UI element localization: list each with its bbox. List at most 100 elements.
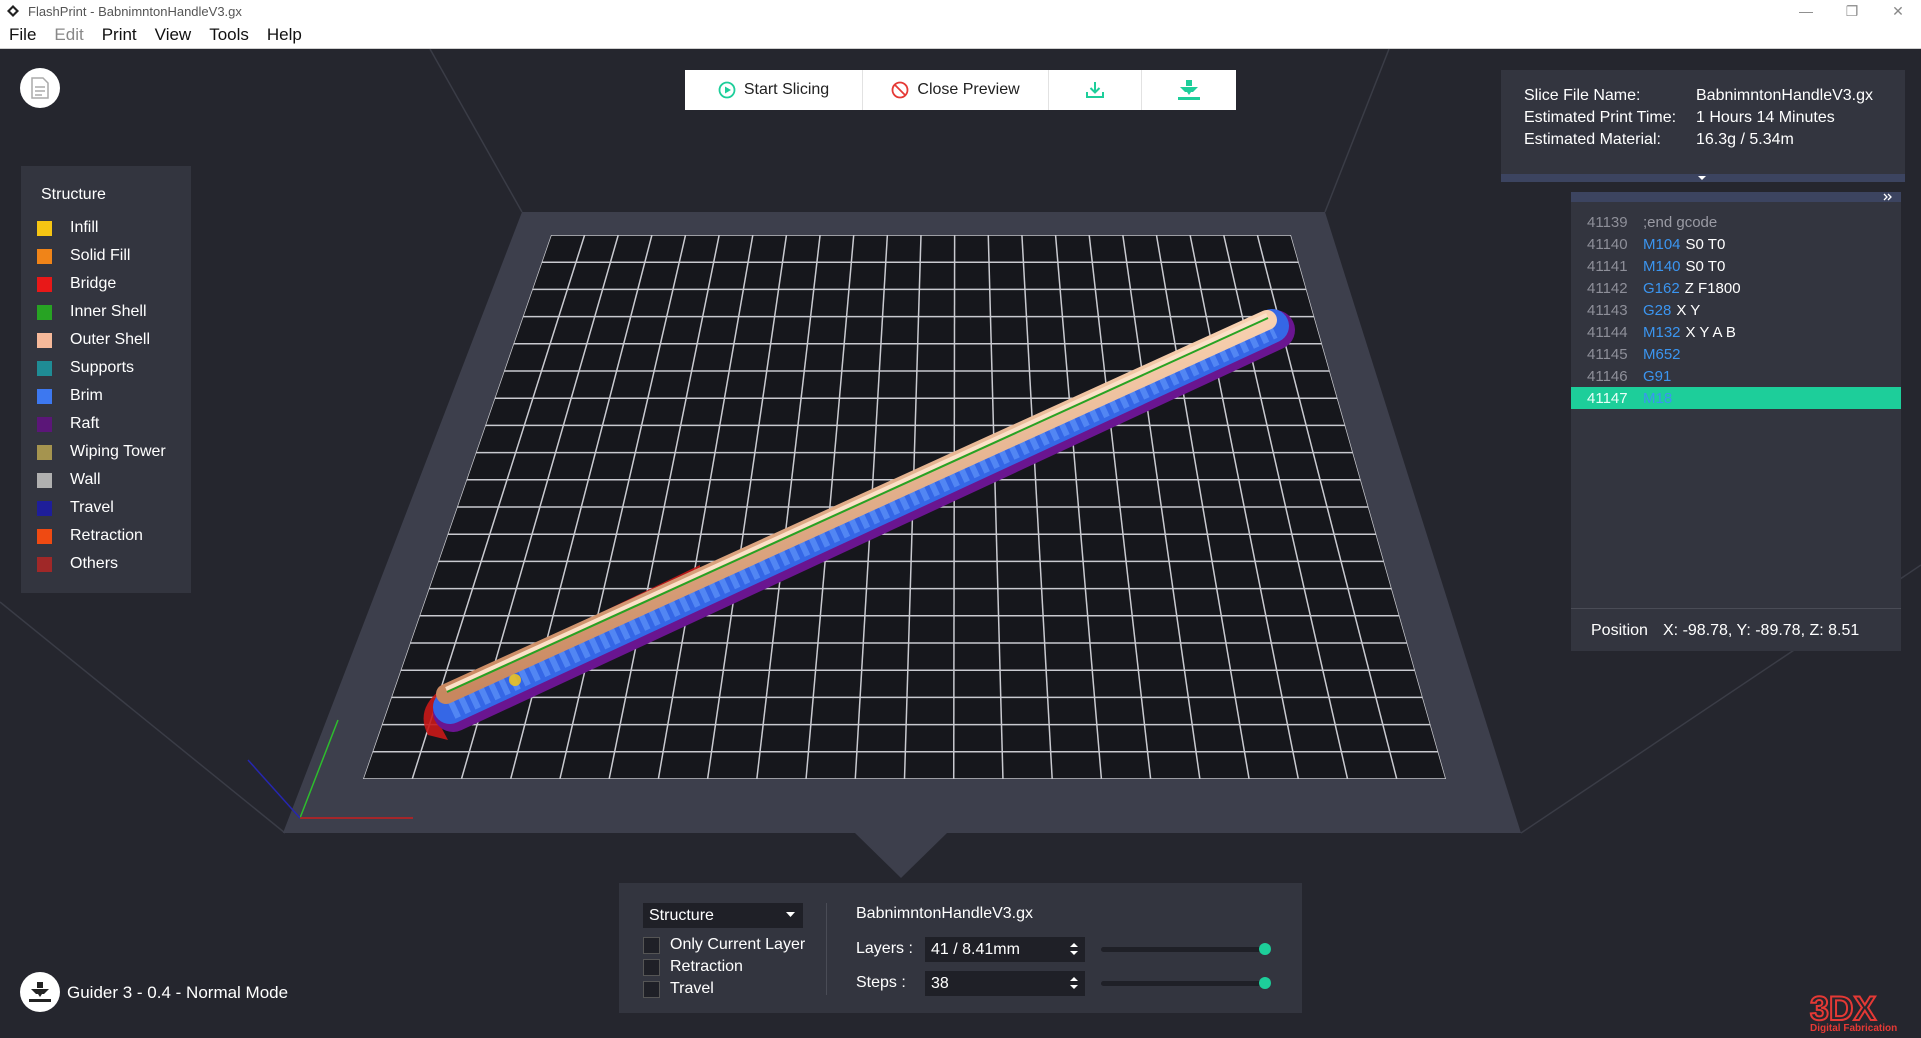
gcode-line[interactable]: 41140 M104 S0 T0 (1571, 233, 1901, 255)
legend-label: Raft (70, 415, 100, 432)
printer-mode-label: Guider 3 - 0.4 - Normal Mode (67, 983, 289, 1002)
structure-legend: Structure Infill Solid Fill Bridge Inner Sh… (21, 166, 191, 593)
legend-swatch (37, 556, 52, 572)
gcode-line-number: 41144 (1587, 323, 1628, 341)
legend-item: Raft (21, 410, 191, 438)
legend-label: Infill (70, 219, 99, 236)
restore-icon[interactable]: ❐ (1829, 0, 1875, 22)
legend-item: Inner Shell (21, 298, 191, 326)
gcode-command: G91 (1643, 367, 1672, 385)
gcode-command: M18 (1643, 389, 1673, 407)
menu-print[interactable]: Print (93, 25, 146, 45)
gcode-line[interactable]: 41147 M18 (1571, 387, 1901, 409)
position-readout: Position X: -98.78, Y: -89.78, Z: 8.51 (1571, 608, 1901, 652)
layers-spinbox[interactable]: 41 / 8.41mm (925, 937, 1085, 962)
retraction-checkbox[interactable]: Retraction (643, 958, 743, 976)
printer-select-button[interactable] (20, 972, 60, 1012)
export-button[interactable] (1049, 70, 1142, 110)
gcode-command: M140 (1643, 257, 1681, 275)
legend-label: Wiping Tower (70, 443, 166, 460)
print-nozzle-icon (1177, 80, 1200, 100)
legend-item: Retraction (21, 522, 191, 550)
preview-controls: Structure Only Current Layer Retraction … (619, 883, 1302, 1013)
gcode-args: X Y A B (1685, 323, 1736, 341)
legend-label: Solid Fill (70, 247, 131, 264)
gcode-line[interactable]: 41145 M652 (1571, 343, 1901, 365)
legend-label: Bridge (70, 275, 117, 292)
gcode-line[interactable]: 41139 ;end gcode (1571, 211, 1901, 233)
download-icon (1085, 82, 1104, 98)
legend-item: Outer Shell (21, 326, 191, 354)
position-value: X: -98.78, Y: -89.78, Z: 8.51 (1663, 621, 1860, 639)
chevron-down-icon (1698, 176, 1706, 180)
only-current-layer-checkbox[interactable]: Only Current Layer (643, 936, 805, 954)
flashprint-logo-icon (7, 5, 19, 17)
dropdown-arrow-icon (786, 912, 795, 917)
gcode-line-number: 41140 (1587, 235, 1628, 253)
print-time: 1 Hours 14 Minutes (1696, 109, 1835, 126)
checkbox-label: Retraction (670, 958, 743, 975)
legend-swatch (37, 304, 52, 320)
legend-item: Supports (21, 354, 191, 382)
legend-swatch (37, 500, 52, 516)
steps-slider[interactable] (1101, 977, 1271, 989)
legend-label: Wall (70, 471, 101, 488)
divider (826, 903, 827, 995)
layers-slider-thumb[interactable] (1259, 943, 1271, 955)
document-icon (31, 77, 49, 99)
gcode-args: S0 T0 (1685, 235, 1726, 253)
close-icon[interactable]: ✕ (1875, 0, 1921, 22)
preview-file-name: BabnimntonHandleV3.gx (856, 905, 1034, 922)
gcode-line[interactable]: 41146 G91 (1571, 365, 1901, 387)
gcode-panel-header (1571, 192, 1901, 202)
legend-item: Solid Fill (21, 242, 191, 270)
info-collapse-bar[interactable] (1501, 174, 1905, 182)
legend-item: Infill (21, 214, 191, 242)
spin-arrows-icon[interactable] (1070, 976, 1078, 990)
start-slicing-button[interactable]: Start Slicing (685, 70, 864, 110)
svg-text:Digital Fabrication: Digital Fabrication (1810, 1023, 1897, 1033)
view-mode-select[interactable]: Structure (643, 903, 803, 928)
double-chevron-right-icon[interactable] (1883, 193, 1893, 201)
checkbox-label: Only Current Layer (670, 936, 806, 953)
gcode-line[interactable]: 41141 M140 S0 T0 (1571, 255, 1901, 277)
menu-help[interactable]: Help (258, 25, 311, 45)
gcode-command: M104 (1643, 235, 1681, 253)
gcode-line[interactable]: 41144 M132 X Y A B (1571, 321, 1901, 343)
menu-tools[interactable]: Tools (200, 25, 258, 45)
legend-item: Brim (21, 382, 191, 410)
steps-spinbox[interactable]: 38 (925, 971, 1085, 996)
minimize-icon[interactable]: — (1783, 0, 1829, 22)
menu-view[interactable]: View (146, 25, 201, 45)
legend-swatch (37, 248, 52, 264)
legend-swatch (37, 220, 52, 236)
checkbox-box[interactable] (643, 958, 660, 976)
gcode-args: S0 T0 (1685, 257, 1726, 275)
layers-slider[interactable] (1101, 943, 1271, 955)
gcode-line[interactable]: 41143 G28 X Y (1571, 299, 1901, 321)
gcode-line[interactable]: 41142 G162 Z F1800 (1571, 277, 1901, 299)
menu-file[interactable]: File (0, 25, 45, 45)
play-icon (718, 81, 736, 99)
material-row: Estimated Material: 16.3g / 5.34m (1501, 131, 1905, 153)
legend-label: Inner Shell (70, 303, 147, 320)
close-preview-label: Close Preview (917, 81, 1020, 98)
window-title: FlashPrint - BabnimntonHandleV3.gx (28, 3, 242, 19)
travel-checkbox[interactable]: Travel (643, 980, 714, 998)
legend-label: Brim (70, 387, 103, 404)
legend-item: Bridge (21, 270, 191, 298)
layers-value: 41 / 8.41mm (931, 940, 1020, 958)
spin-arrows-icon[interactable] (1070, 942, 1078, 956)
gcode-command: G28 (1643, 301, 1672, 319)
steps-slider-thumb[interactable] (1259, 977, 1271, 989)
gcode-line-number: 41141 (1587, 257, 1628, 275)
print-time-row: Estimated Print Time: 1 Hours 14 Minutes (1501, 109, 1905, 131)
legend-swatch (37, 360, 52, 376)
menu-edit[interactable]: Edit (45, 25, 92, 45)
file-list-button[interactable] (20, 68, 60, 108)
title-bar: FlashPrint - BabnimntonHandleV3.gx — ❐ ✕ (0, 0, 1921, 22)
close-preview-button[interactable]: Close Preview (863, 70, 1050, 110)
checkbox-box[interactable] (643, 980, 660, 998)
send-to-printer-button[interactable] (1142, 70, 1236, 110)
checkbox-box[interactable] (643, 936, 660, 954)
